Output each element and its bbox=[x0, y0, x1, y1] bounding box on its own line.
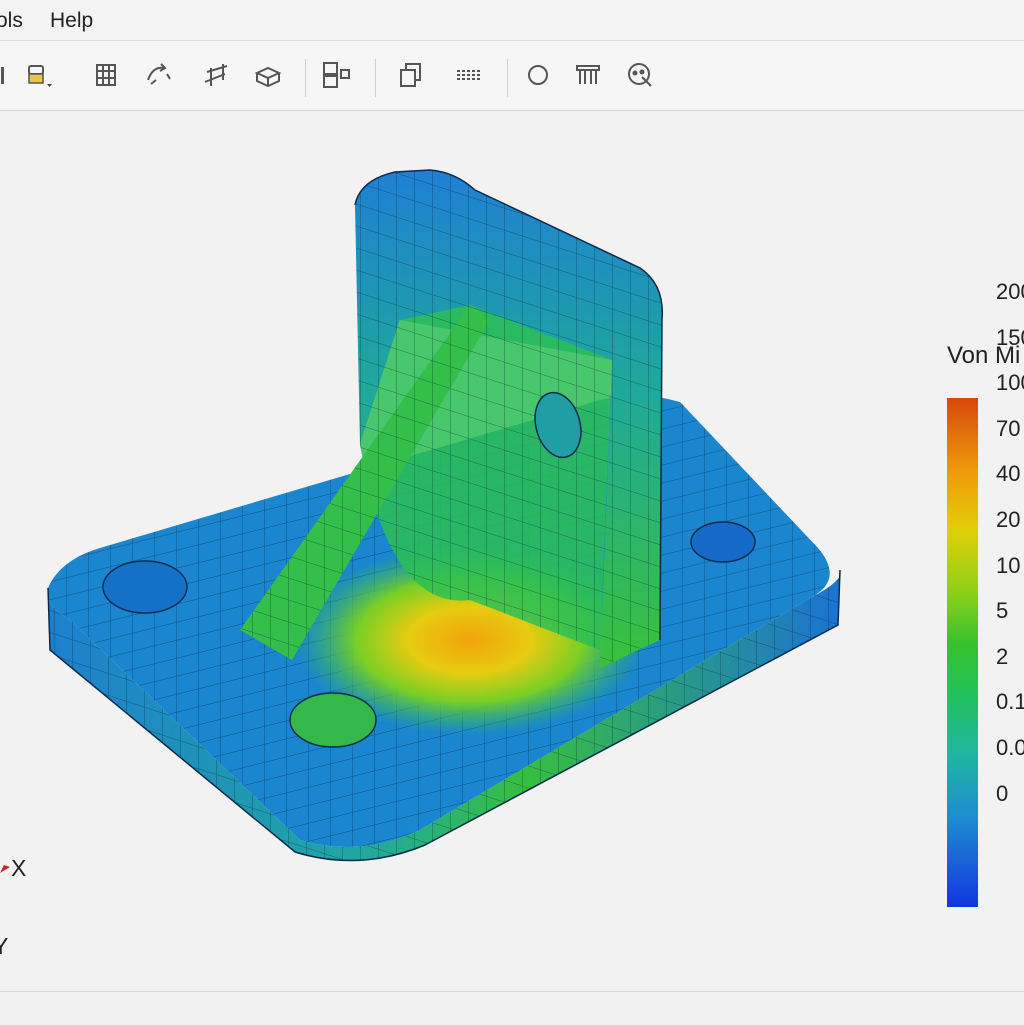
legend-label: 200 bbox=[996, 279, 1024, 304]
toolbar-separator bbox=[305, 59, 306, 97]
toolbar bbox=[0, 41, 1024, 111]
material-dropdown-icon[interactable] bbox=[20, 57, 56, 93]
lines-icon[interactable] bbox=[451, 57, 487, 93]
mesh-grid-icon[interactable] bbox=[88, 57, 124, 93]
layout-icon[interactable] bbox=[318, 57, 354, 93]
mount-hole bbox=[102, 560, 188, 614]
legend-label: 100 bbox=[996, 370, 1024, 396]
status-bar bbox=[0, 991, 1024, 1025]
legend-label: 0.0 bbox=[996, 735, 1024, 760]
legend-label: 40 bbox=[996, 461, 1021, 487]
menu-help[interactable]: Help bbox=[50, 9, 93, 33]
sphere-icon[interactable] bbox=[520, 57, 556, 93]
legend-label: 5 bbox=[996, 598, 1009, 624]
axis-y-label: Y bbox=[0, 933, 9, 959]
legend-label: 150 bbox=[996, 324, 1024, 350]
legend-label: 0.1 bbox=[996, 689, 1024, 715]
solid-view-icon[interactable] bbox=[250, 57, 286, 93]
mount-hole bbox=[289, 692, 377, 748]
open-icon[interactable] bbox=[0, 57, 18, 93]
legend-label: 70 bbox=[996, 415, 1021, 441]
fea-stress-model[interactable] bbox=[0, 111, 1024, 991]
toolbar-separator bbox=[375, 59, 376, 97]
section-cut-icon[interactable] bbox=[198, 57, 234, 93]
fixture-icon[interactable] bbox=[570, 57, 606, 93]
mount-hole bbox=[690, 521, 756, 563]
legend-label: 0 bbox=[996, 780, 1009, 806]
toolbar-separator bbox=[507, 59, 508, 97]
copy-view-icon[interactable] bbox=[393, 57, 429, 93]
menu-bar: ols Help bbox=[0, 0, 1024, 41]
legend-label: 20 bbox=[996, 507, 1021, 532]
legend-label: 2 bbox=[996, 643, 1009, 669]
graphics-viewport[interactable]: Von Mi 20015010070402010520.10.00 X Y bbox=[0, 111, 1024, 991]
probe-icon[interactable] bbox=[622, 57, 658, 93]
legend-label: 10 bbox=[996, 552, 1021, 578]
legend-color-bar bbox=[947, 398, 978, 907]
load-icon[interactable] bbox=[140, 57, 176, 93]
menu-tools[interactable]: ols bbox=[0, 9, 23, 33]
axis-x-label: X bbox=[11, 855, 27, 881]
